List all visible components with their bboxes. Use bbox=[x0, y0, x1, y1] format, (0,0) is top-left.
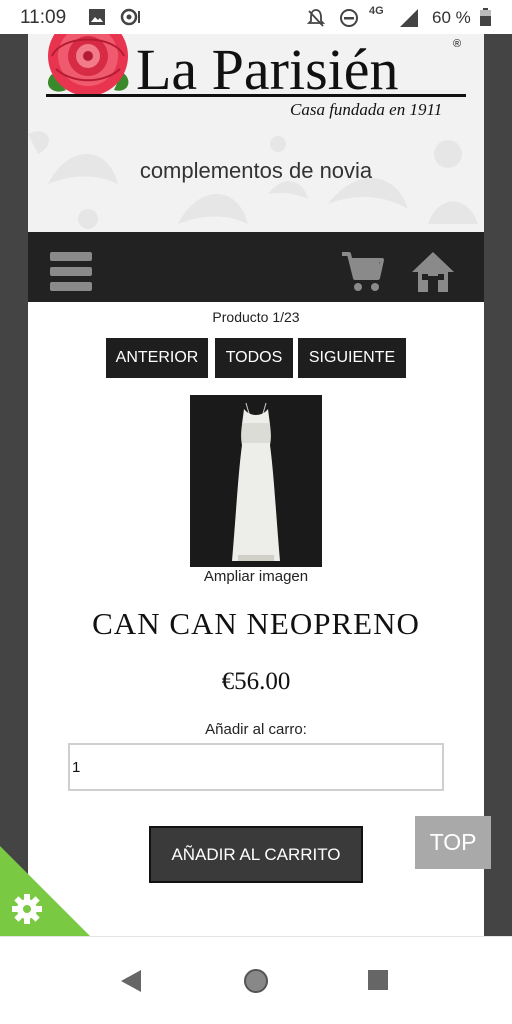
scroll-top-button[interactable]: TOP bbox=[415, 816, 491, 869]
site-header: La Parisién ® Casa fundada en 1911 compl… bbox=[28, 34, 484, 232]
do-not-disturb-icon bbox=[339, 8, 359, 33]
signal-icon bbox=[398, 8, 420, 33]
recents-icon[interactable] bbox=[367, 969, 389, 996]
product-price: €56.00 bbox=[221, 668, 291, 695]
logo-underline bbox=[46, 94, 466, 97]
status-bar: 11:09 4G 60 % bbox=[0, 0, 512, 34]
home-icon[interactable] bbox=[410, 250, 456, 299]
registered-mark-icon: ® bbox=[453, 38, 462, 50]
sync-icon bbox=[120, 8, 142, 31]
main-navbar bbox=[28, 232, 484, 302]
quantity-label: Añadir al carro: bbox=[205, 721, 307, 738]
status-time: 11:09 bbox=[20, 7, 67, 28]
header-subtitle: complementos de novia bbox=[139, 158, 373, 183]
menu-icon[interactable] bbox=[50, 252, 92, 299]
cart-icon[interactable] bbox=[340, 250, 384, 299]
left-gutter bbox=[0, 34, 28, 936]
battery-icon bbox=[480, 8, 491, 31]
product-image[interactable] bbox=[190, 395, 322, 567]
notifications-off-icon bbox=[306, 8, 326, 33]
image-icon bbox=[88, 8, 106, 31]
brand-tagline: Casa fundada en 1911 bbox=[290, 100, 443, 119]
product-title: CAN CAN NEOPRENO bbox=[92, 606, 420, 641]
right-gutter bbox=[484, 34, 512, 936]
all-button[interactable]: TODOS bbox=[215, 338, 293, 378]
back-icon[interactable] bbox=[120, 969, 142, 998]
network-type: 4G bbox=[369, 5, 384, 17]
next-button[interactable]: SIGUIENTE bbox=[298, 338, 406, 378]
previous-button[interactable]: ANTERIOR bbox=[106, 338, 208, 378]
cookie-settings-button[interactable] bbox=[0, 846, 90, 936]
quantity-input[interactable] bbox=[68, 743, 444, 791]
zoom-image-link[interactable]: Ampliar imagen bbox=[28, 568, 484, 585]
brand-name: La Parisién bbox=[136, 37, 399, 102]
product-counter: Producto 1/23 bbox=[212, 309, 300, 325]
android-navigation-bar bbox=[0, 936, 512, 1024]
add-to-cart-button[interactable]: AÑADIR AL CARRITO bbox=[149, 826, 363, 883]
home-circle-icon[interactable] bbox=[242, 967, 270, 1000]
battery-percent: 60 % bbox=[432, 8, 471, 27]
gear-icon bbox=[12, 894, 42, 924]
